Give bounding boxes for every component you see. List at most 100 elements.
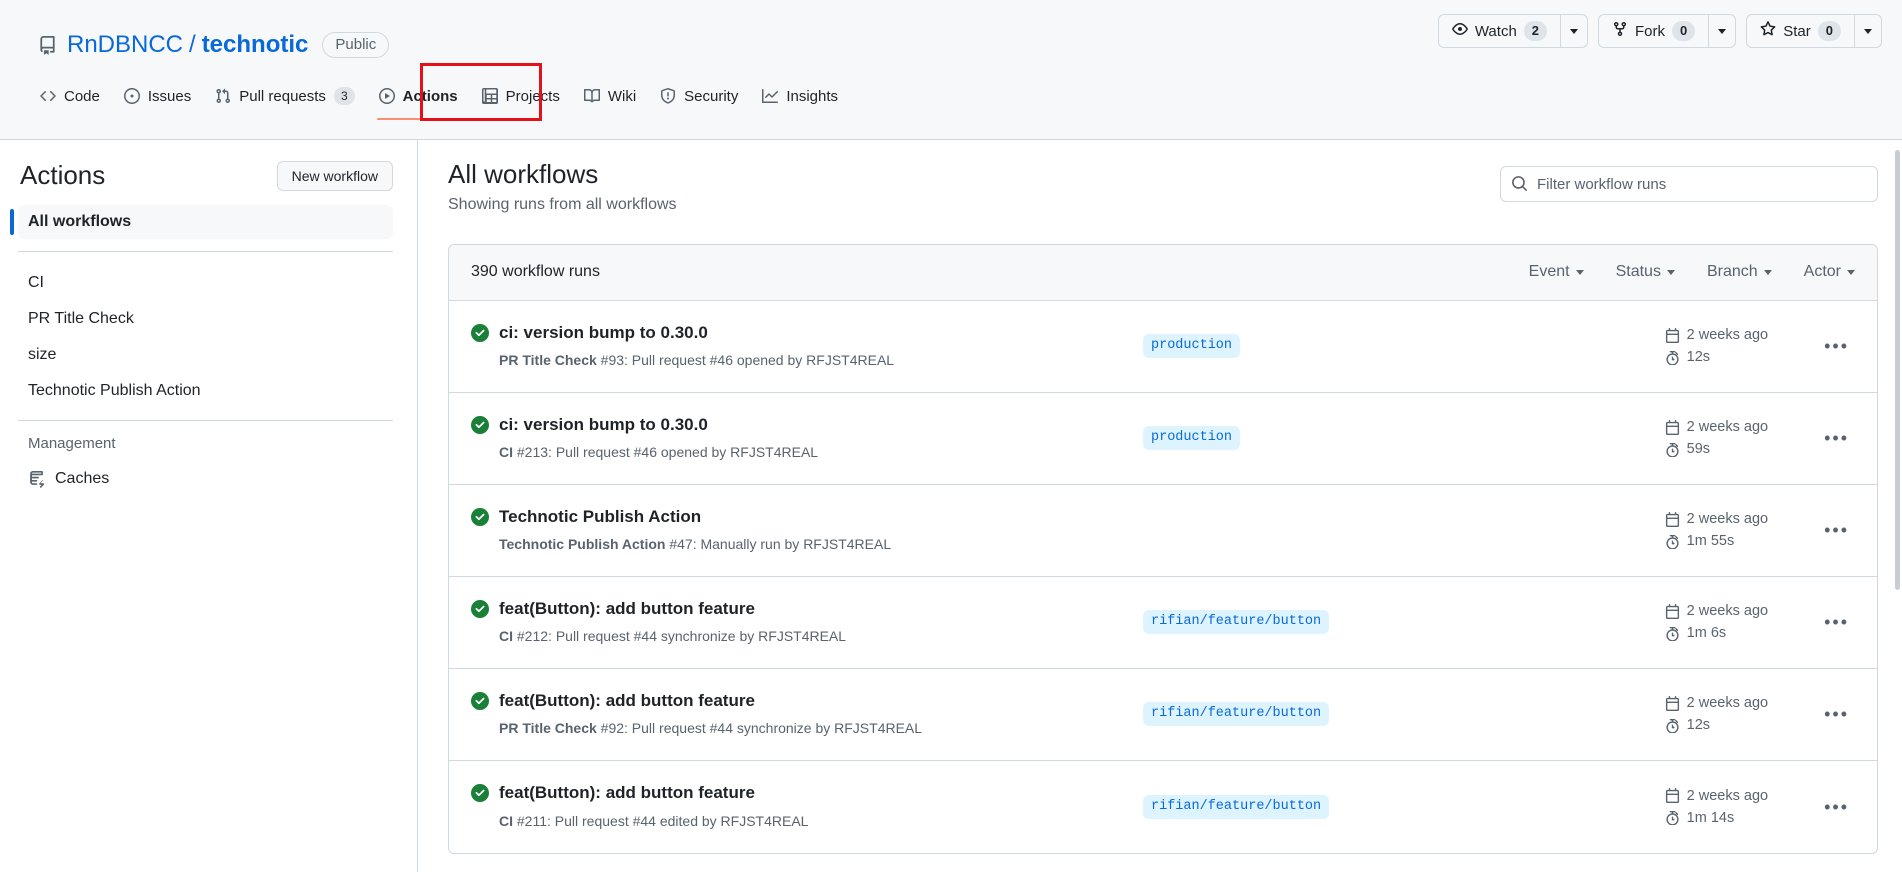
- star-dropdown-button[interactable]: [1854, 14, 1882, 48]
- workflow-run-title[interactable]: feat(Button): add button feature: [499, 690, 922, 713]
- sidebar-item-pr-title-check[interactable]: PR Title Check: [18, 302, 393, 336]
- sidebar-item-size-label: size: [28, 346, 57, 363]
- page-scrollbar-thumb[interactable]: [1895, 150, 1900, 590]
- search-input[interactable]: [1500, 166, 1878, 202]
- workflow-run-menu-button[interactable]: •••: [1818, 613, 1855, 631]
- workflow-run-branch: production: [1131, 426, 1431, 451]
- check-circle-icon: [471, 415, 489, 434]
- workflow-run-duration-label: 1m 55s: [1686, 533, 1735, 550]
- workflow-run-row[interactable]: feat(Button): add button feature PR Title…: [449, 669, 1877, 761]
- sidebar-item-all-workflows[interactable]: All workflows: [10, 205, 393, 239]
- repo-owner-link[interactable]: RnDBNCC: [67, 31, 183, 59]
- workflow-run-menu-button[interactable]: •••: [1818, 521, 1855, 539]
- workflow-run-branch: rifian/feature/button: [1131, 702, 1431, 727]
- workflow-run-times: 2 weeks ago 59s: [1665, 419, 1768, 457]
- workflow-run-times: 2 weeks ago 12s: [1665, 695, 1768, 733]
- filter-branch-dropdown[interactable]: Branch: [1707, 263, 1772, 281]
- workflow-run-timeago: 2 weeks ago: [1665, 603, 1768, 619]
- workflow-run-text: feat(Button): add button feature PR Title…: [499, 690, 922, 740]
- workflow-run-title[interactable]: ci: version bump to 0.30.0: [499, 322, 894, 345]
- branch-badge[interactable]: rifian/feature/button: [1143, 610, 1330, 635]
- page-scrollbar[interactable]: [1894, 140, 1902, 872]
- workflow-run-subtitle: PR Title Check #92: Pull request #44 syn…: [499, 720, 923, 737]
- workflow-run-meta: 2 weeks ago 12s •••: [1431, 327, 1855, 365]
- workflow-run-timeago-label: 2 weeks ago: [1686, 603, 1769, 620]
- repo-header: RnDBNCC / technotic Public Watch 2 Fork …: [0, 0, 1902, 140]
- repo-name-link[interactable]: technotic: [202, 31, 309, 59]
- stopwatch-icon: [1665, 442, 1680, 457]
- table-icon: [481, 88, 498, 104]
- workflow-run-timeago-label: 2 weeks ago: [1686, 327, 1769, 344]
- workflow-run-menu-button[interactable]: •••: [1818, 429, 1855, 447]
- workflow-run-row[interactable]: ci: version bump to 0.30.0 PR Title Check…: [449, 301, 1877, 393]
- workflow-run-title[interactable]: feat(Button): add button feature: [499, 598, 846, 621]
- workflow-run-duration: 1m 14s: [1665, 810, 1768, 826]
- workflow-run-row[interactable]: feat(Button): add button feature CI #212:…: [449, 577, 1877, 669]
- workflow-run-title[interactable]: Technotic Publish Action: [499, 506, 891, 529]
- fork-button[interactable]: Fork 0: [1598, 14, 1709, 48]
- sidebar-divider-management: [18, 420, 393, 421]
- sidebar-item-technotic-publish-action-label: Technotic Publish Action: [28, 382, 201, 399]
- nav-item-actions[interactable]: Actions: [369, 76, 468, 120]
- workflow-run-duration-label: 12s: [1686, 717, 1711, 734]
- branch-badge[interactable]: rifian/feature/button: [1143, 702, 1330, 727]
- nav-item-security[interactable]: Security: [650, 76, 748, 116]
- filter-status-dropdown[interactable]: Status: [1616, 263, 1675, 281]
- check-circle-icon: [471, 507, 489, 526]
- sidebar-item-caches-label: Caches: [55, 470, 110, 487]
- chevron-down-icon: [1718, 28, 1727, 34]
- filter-event-dropdown[interactable]: Event: [1529, 263, 1584, 281]
- workflow-run-timeago: 2 weeks ago: [1665, 327, 1768, 343]
- workflow-run-row[interactable]: feat(Button): add button feature CI #211:…: [449, 761, 1877, 853]
- workflow-run-main: feat(Button): add button feature CI #211:…: [471, 782, 1131, 832]
- watch-button[interactable]: Watch 2: [1437, 14, 1561, 48]
- code-icon: [40, 88, 56, 104]
- workflow-runs-list: ci: version bump to 0.30.0 PR Title Check…: [449, 301, 1877, 853]
- workflow-run-menu-button[interactable]: •••: [1818, 705, 1855, 723]
- workflow-run-duration: 1m 6s: [1665, 625, 1768, 641]
- nav-item-pull-requests[interactable]: Pull requests 3: [205, 76, 364, 116]
- nav-item-insights[interactable]: Insights: [752, 76, 848, 116]
- nav-item-issues[interactable]: Issues: [114, 76, 201, 116]
- workflow-run-branch: rifian/feature/button: [1131, 610, 1431, 635]
- new-workflow-button[interactable]: New workflow: [276, 160, 393, 191]
- workflow-run-timeago: 2 weeks ago: [1665, 511, 1768, 527]
- workflow-run-menu-button[interactable]: •••: [1818, 798, 1855, 816]
- sidebar-item-ci[interactable]: CI: [18, 266, 393, 300]
- nav-item-projects[interactable]: Projects: [472, 76, 570, 116]
- workflow-run-text: ci: version bump to 0.30.0 PR Title Check…: [499, 322, 894, 372]
- sidebar-item-caches[interactable]: Caches: [18, 462, 393, 496]
- workflow-run-text: feat(Button): add button feature CI #211:…: [499, 782, 808, 832]
- workflow-run-row[interactable]: ci: version bump to 0.30.0 CI #213: Pull …: [449, 393, 1877, 485]
- issue-opened-icon: [123, 88, 140, 104]
- branch-badge[interactable]: production: [1143, 334, 1241, 359]
- star-button-group: Star 0: [1746, 14, 1882, 48]
- nav-item-code[interactable]: Code: [30, 76, 110, 116]
- workflow-run-row[interactable]: Technotic Publish Action Technotic Publis…: [449, 485, 1877, 577]
- fork-dropdown-button[interactable]: [1708, 14, 1737, 48]
- chevron-down-icon: [1666, 269, 1675, 275]
- shield-icon: [660, 88, 676, 104]
- branch-badge[interactable]: production: [1143, 426, 1241, 451]
- workflow-run-title[interactable]: feat(Button): add button feature: [499, 782, 808, 805]
- nav-item-security-label: Security: [684, 87, 739, 105]
- workflow-runs-card: 390 workflow runs Event Status Branch Ac…: [448, 243, 1878, 854]
- page-subtitle: Showing runs from all workflows: [448, 195, 677, 213]
- check-circle-icon: [471, 323, 489, 342]
- sidebar-item-size[interactable]: size: [18, 338, 393, 372]
- branch-badge[interactable]: rifian/feature/button: [1143, 794, 1330, 819]
- sidebar-divider: [18, 251, 393, 252]
- workflow-run-duration: 12s: [1665, 349, 1768, 365]
- watch-dropdown-button[interactable]: [1560, 14, 1589, 48]
- filter-event-label: Event: [1528, 263, 1570, 281]
- sidebar-item-technotic-publish-action[interactable]: Technotic Publish Action: [18, 374, 393, 408]
- filter-actor-dropdown[interactable]: Actor: [1804, 263, 1855, 281]
- workflow-run-title[interactable]: ci: version bump to 0.30.0: [499, 414, 818, 437]
- nav-item-wiki[interactable]: Wiki: [574, 76, 646, 116]
- check-circle-icon: [471, 691, 489, 710]
- workflow-run-menu-button[interactable]: •••: [1818, 337, 1855, 355]
- workflow-run-timeago-label: 2 weeks ago: [1686, 419, 1769, 436]
- workflow-run-branch: rifian/feature/button: [1131, 794, 1431, 819]
- star-button[interactable]: Star 0: [1746, 14, 1854, 48]
- workflow-run-text: Technotic Publish Action Technotic Publis…: [499, 506, 891, 556]
